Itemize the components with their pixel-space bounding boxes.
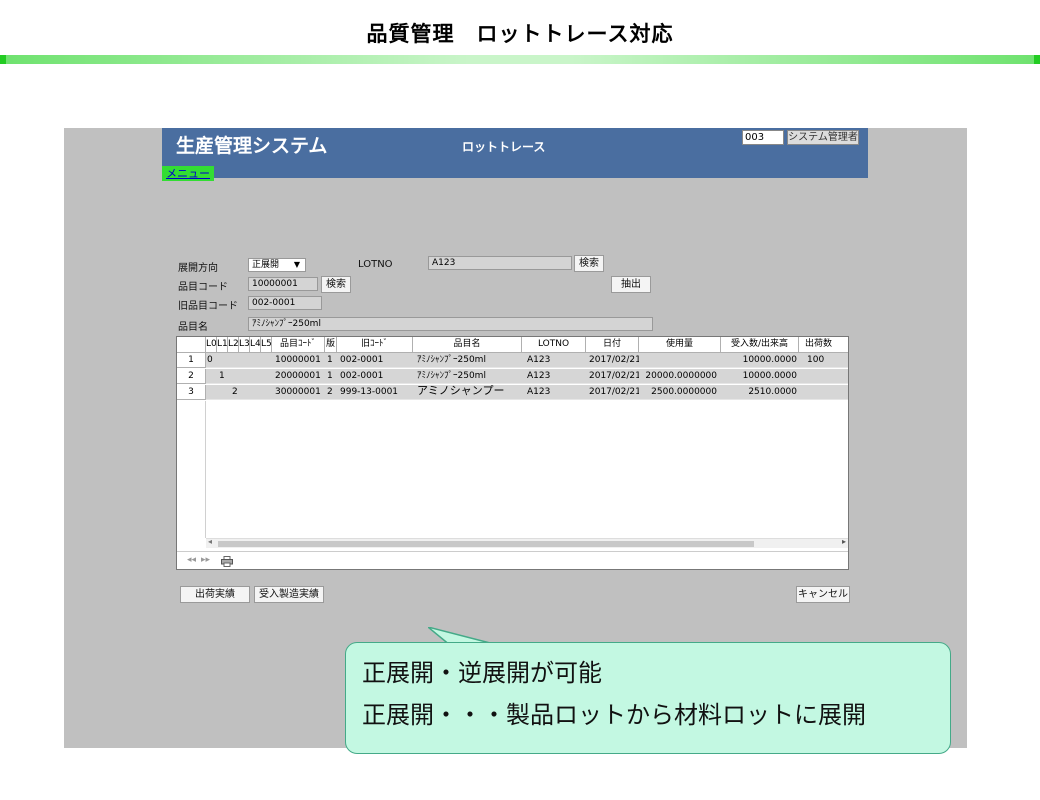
col-header-lotno[interactable]: LOTNO (522, 337, 586, 353)
item-code-label: 品目コード (178, 282, 228, 293)
grid-corner (177, 337, 206, 353)
col-header-l0[interactable]: L0 (206, 337, 217, 353)
row-number[interactable]: 1 (177, 353, 206, 368)
col-header-l2[interactable]: L2 (228, 337, 239, 353)
cell-usage: 2500.0000000 (651, 387, 717, 397)
col-header-received[interactable]: 受入数/出来高 (721, 337, 799, 353)
shipping-results-button[interactable]: 出荷実績 (180, 586, 250, 603)
col-header-usage[interactable]: 使用量 (639, 337, 721, 353)
lotno-input[interactable]: A123 (428, 256, 572, 270)
cell-item-code: 20000001 (275, 371, 321, 381)
col-header-l1[interactable]: L1 (217, 337, 228, 353)
cell-date: 2017/02/21 (589, 387, 639, 397)
first-page-icon[interactable]: ◂◂ (187, 555, 196, 565)
printer-icon[interactable] (221, 556, 233, 567)
cell-version: 1 (327, 355, 333, 365)
direction-select[interactable]: 正展開 ▼ (248, 258, 306, 272)
cell-received: 10000.0000 (742, 371, 797, 381)
callout-line-1: 正展開・逆展開が可能 (362, 659, 602, 687)
cell-lotno: A123 (527, 371, 551, 381)
cell-item-code: 10000001 (275, 355, 321, 365)
user-id-field[interactable]: 003 (742, 130, 784, 145)
cell-usage (641, 353, 717, 368)
cell-usage: 20000.0000000 (645, 371, 717, 381)
cell-item-name: ｱﾐﾉｼｬﾝﾌﾟｰ250ml (417, 371, 486, 381)
title-rule-cap-right (1034, 55, 1040, 64)
lotno-label: LOTNO (358, 259, 393, 270)
callout-box: 正展開・逆展開が可能 正展開・・・製品ロットから材料ロットに展開 (345, 642, 951, 754)
row-header-column (177, 401, 206, 538)
scroll-right-icon[interactable]: ▸ (842, 537, 846, 546)
cell-item-name: ｱﾐﾉｼｬﾝﾌﾟｰ250ml (417, 355, 486, 365)
cell-date: 2017/02/21 (589, 355, 639, 365)
col-header-l3[interactable]: L3 (239, 337, 250, 353)
user-name-field: システム管理者 (787, 130, 859, 145)
lotno-search-button[interactable]: 検索 (574, 255, 604, 272)
cell-received: 10000.0000 (742, 355, 797, 365)
title-rule (0, 55, 1040, 64)
cancel-button[interactable]: キャンセル (796, 586, 850, 603)
app-title: 生産管理システム (176, 135, 328, 157)
grid-pager: ◂◂ ▸▸ (177, 551, 848, 569)
cell-l2: 2 (232, 387, 238, 397)
callout-line-2: 正展開・・・製品ロットから材料ロットに展開 (362, 701, 866, 729)
cell-version: 2 (327, 387, 333, 397)
col-header-l5[interactable]: L5 (261, 337, 272, 353)
cell-received: 2510.0000 (748, 387, 797, 397)
receiving-results-button[interactable]: 受入製造実績 (254, 586, 324, 603)
cell-l1: 1 (219, 371, 225, 381)
screen-title: ロットトレース (462, 140, 546, 154)
row-number[interactable]: 3 (177, 385, 206, 400)
item-name-label: 品目名 (178, 322, 208, 333)
menu-link[interactable]: メニュー (162, 166, 214, 181)
cell-old-code: 002-0001 (340, 371, 384, 381)
cell-l0: 0 (207, 355, 213, 365)
item-name-input[interactable]: ｱﾐﾉｼｬﾝﾌﾟｰ250ml (248, 317, 653, 331)
cell-shipped: 100 (807, 355, 825, 365)
slide-title: 品質管理 ロットトレース対応 (366, 22, 674, 46)
row-number[interactable]: 2 (177, 369, 206, 384)
col-header-shipped[interactable]: 出荷数 (799, 337, 848, 353)
cell-old-code: 002-0001 (340, 355, 384, 365)
app-header: 生産管理システム ロットトレース 003 システム管理者 (162, 128, 868, 178)
col-header-version[interactable]: 版 (325, 337, 337, 353)
old-code-label: 旧品目コード (178, 301, 238, 312)
item-code-search-button[interactable]: 検索 (321, 276, 351, 293)
cell-old-code: 999-13-0001 (340, 387, 399, 397)
extract-button[interactable]: 抽出 (611, 276, 651, 293)
scrollbar-thumb[interactable] (218, 541, 754, 547)
cell-item-name: アミノシャンプー (417, 384, 505, 397)
col-header-l4[interactable]: L4 (250, 337, 261, 353)
item-code-input[interactable]: 10000001 (248, 277, 318, 291)
cell-item-code: 30000001 (275, 387, 321, 397)
direction-select-value: 正展開 (252, 260, 280, 270)
title-rule-cap-left (0, 55, 6, 64)
col-header-date[interactable]: 日付 (586, 337, 639, 353)
cell-version: 1 (327, 371, 333, 381)
col-header-old-code[interactable]: 旧ｺｰﾄﾞ (337, 337, 413, 353)
prev-page-icon[interactable]: ▸▸ (201, 555, 210, 565)
cell-lotno: A123 (527, 355, 551, 365)
lot-trace-grid: L0 L1 L2 L3 L4 L5 品目ｺｰﾄﾞ 版 旧ｺｰﾄﾞ 品目名 LOT… (176, 336, 849, 570)
dropdown-arrow-icon: ▼ (293, 260, 300, 269)
cell-lotno: A123 (527, 387, 551, 397)
col-header-item-code[interactable]: 品目ｺｰﾄﾞ (272, 337, 325, 353)
cell-date: 2017/02/21 (589, 371, 639, 381)
col-header-item-name[interactable]: 品目名 (413, 337, 522, 353)
scroll-left-icon[interactable]: ◂ (208, 537, 212, 546)
old-code-input[interactable]: 002-0001 (248, 296, 322, 310)
direction-label: 展開方向 (178, 263, 218, 274)
horizontal-scrollbar[interactable]: ◂ ▸ (206, 537, 848, 548)
